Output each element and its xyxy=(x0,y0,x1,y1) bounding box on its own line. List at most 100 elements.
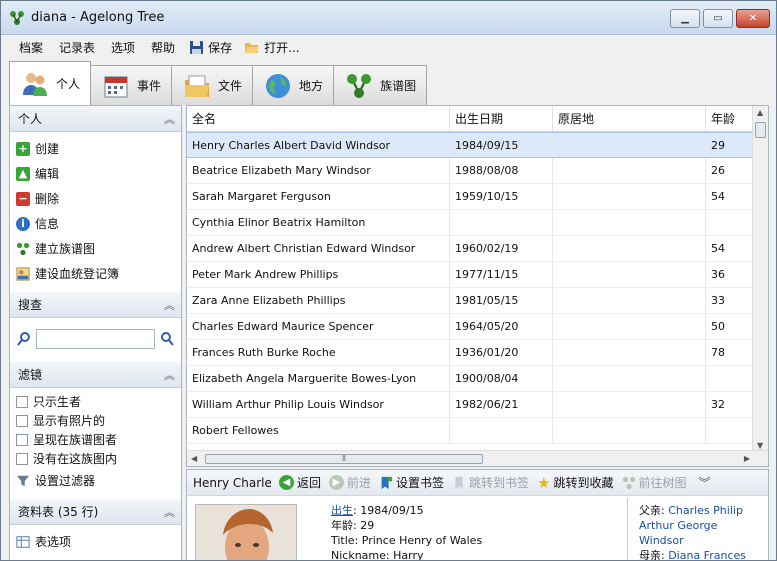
filter-section-header[interactable]: 滤镜 ︽ xyxy=(10,362,181,388)
create-label: 创建 xyxy=(35,142,60,156)
save-button[interactable]: 保存 xyxy=(183,39,238,56)
family-tree-icon xyxy=(16,242,30,255)
tab-documents[interactable]: 文件 xyxy=(171,65,254,105)
statistics-button[interactable]: 统计 xyxy=(16,554,175,560)
cell-birthdate: 1984/09/15 xyxy=(450,133,553,157)
tab-places[interactable]: 地方 xyxy=(252,65,335,105)
cell-fullname: Andrew Albert Christian Edward Windsor xyxy=(187,236,450,261)
checkbox[interactable] xyxy=(16,395,28,408)
tab-events[interactable]: 事件 xyxy=(90,65,173,105)
table-row[interactable]: Zara Anne Elizabeth Phillips 1981/05/15 33 xyxy=(187,288,768,314)
forward-label: 前进 xyxy=(347,476,372,490)
cell-fullname: Robert Fellowes xyxy=(187,418,450,443)
filter-not-in-tree[interactable]: 没有在这族图内 xyxy=(16,449,175,468)
filter-with-photo[interactable]: 显示有照片的 xyxy=(16,411,175,430)
goto-tree-label: 前往树图 xyxy=(638,476,687,490)
horizontal-scrollbar[interactable]: ◀ ⦀ ▶ xyxy=(187,450,768,466)
person-photo xyxy=(195,504,297,560)
back-arrow-icon: ◀ xyxy=(279,475,294,490)
section-title: 搜查 xyxy=(18,298,43,312)
column-header-birthdate[interactable]: 出生日期 xyxy=(450,106,553,131)
table-row[interactable]: Cynthia Elinor Beatrix Hamilton xyxy=(187,210,768,236)
check-label: 显示有照片的 xyxy=(33,414,106,428)
vertical-scrollbar[interactable]: ▲ ▼ xyxy=(752,106,768,452)
goto-bookmark-button[interactable]: 跳转到书签 xyxy=(452,474,529,491)
filter-in-tree[interactable]: 呈现在族谱图者 xyxy=(16,430,175,449)
table-icon xyxy=(16,535,30,548)
table-row[interactable]: Charles Edward Maurice Spencer 1964/05/20… xyxy=(187,314,768,340)
menu-help[interactable]: 帮助 xyxy=(143,39,183,56)
scroll-right-icon[interactable]: ▶ xyxy=(744,454,750,463)
back-button[interactable]: ◀ 返回 xyxy=(279,474,321,491)
table-row[interactable]: Sarah Margaret Ferguson 1959/10/15 54 xyxy=(187,184,768,210)
filter-living-only[interactable]: 只示生者 xyxy=(16,392,175,411)
filter-settings-button[interactable]: 设置过滤器 xyxy=(16,468,175,493)
tab-tree[interactable]: 族谱图 xyxy=(333,65,428,105)
table-row[interactable]: Andrew Albert Christian Edward Windsor 19… xyxy=(187,236,768,262)
tab-label: 族谱图 xyxy=(380,79,417,93)
info-button[interactable]: i 信息 xyxy=(16,211,175,236)
delete-label: 删除 xyxy=(35,192,60,206)
cell-birthdate: 1981/05/15 xyxy=(450,288,553,313)
menu-records[interactable]: 记录表 xyxy=(51,39,103,56)
menu-file[interactable]: 档案 xyxy=(11,39,51,56)
family-tree-icon xyxy=(622,476,635,489)
forward-button[interactable]: ▶ 前进 xyxy=(329,474,371,491)
vertical-scroll-thumb[interactable] xyxy=(755,122,766,138)
cell-birthdate xyxy=(450,210,553,235)
person-section-header[interactable]: 个人 ︽ xyxy=(10,106,181,132)
column-header-fullname[interactable]: 全名 xyxy=(187,106,450,131)
table-options-button[interactable]: 表选项 xyxy=(16,529,175,554)
tab-label: 个人 xyxy=(56,77,81,91)
column-header-age[interactable]: 年龄 xyxy=(706,106,754,131)
table-row[interactable]: Frances Ruth Burke Roche 1936/01/20 78 xyxy=(187,340,768,366)
table-row[interactable]: Henry Charles Albert David Windsor 1984/0… xyxy=(187,132,768,158)
build-register-button[interactable]: 建设血统登记簿 xyxy=(16,261,175,286)
set-bookmark-label: 设置书签 xyxy=(396,476,445,490)
birth-link[interactable]: 出生 xyxy=(331,504,353,517)
search-prev-icon[interactable] xyxy=(16,331,32,347)
build-tree-button[interactable]: 建立族谱图 xyxy=(16,236,175,261)
checkbox[interactable] xyxy=(16,414,28,427)
menu-options[interactable]: 选项 xyxy=(103,39,143,56)
cell-age: 32 xyxy=(706,392,754,417)
checkbox[interactable] xyxy=(16,433,28,446)
table-row[interactable]: Beatrice Elizabeth Mary Windsor 1988/08/0… xyxy=(187,158,768,184)
collapse-icon[interactable]: ︽ xyxy=(164,504,175,520)
set-bookmark-button[interactable]: 设置书签 xyxy=(379,474,444,491)
expand-icon[interactable]: ︾ xyxy=(699,474,711,491)
search-next-icon[interactable] xyxy=(159,331,175,347)
globe-icon xyxy=(266,73,291,98)
goto-tree-button[interactable]: 前往树图 xyxy=(622,474,687,491)
minimize-button[interactable]: ▁ xyxy=(670,9,700,28)
collapse-icon[interactable]: ︽ xyxy=(164,111,175,127)
collapse-icon[interactable]: ︽ xyxy=(164,297,175,313)
goto-favorite-button[interactable]: ★ 跳转到收藏 xyxy=(537,474,613,492)
tab-persons[interactable]: 个人 xyxy=(9,61,92,105)
table-row[interactable]: Robert Fellowes xyxy=(187,418,768,444)
person-actions: + 创建 ▲ 编辑 − 删除 i 信息 建立族谱图 建设血统登记簿 xyxy=(10,132,181,292)
maximize-button[interactable]: ▭ xyxy=(703,9,733,28)
table-row[interactable]: Elizabeth Angela Marguerite Bowes-Lyon 19… xyxy=(187,366,768,392)
delete-person-button[interactable]: − 删除 xyxy=(16,186,175,211)
family-tree-icon xyxy=(347,73,372,98)
horizontal-scroll-thumb[interactable]: ⦀ xyxy=(205,454,483,464)
scroll-down-icon[interactable]: ▼ xyxy=(757,441,763,450)
close-button[interactable]: ✕ xyxy=(736,9,770,28)
create-person-button[interactable]: + 创建 xyxy=(16,136,175,161)
table-row[interactable]: William Arthur Philip Louis Windsor 1982/… xyxy=(187,392,768,418)
open-button[interactable]: 打开... xyxy=(238,39,305,56)
search-input[interactable] xyxy=(35,329,156,349)
table-row[interactable]: Peter Mark Andrew Phillips 1977/11/15 36 xyxy=(187,262,768,288)
father-label: 父亲: xyxy=(639,504,669,517)
checkbox[interactable] xyxy=(16,452,28,465)
column-header-birthplace[interactable]: 原居地 xyxy=(553,106,706,131)
scroll-up-icon[interactable]: ▲ xyxy=(757,108,763,117)
collapse-icon[interactable]: ︽ xyxy=(164,367,175,383)
datasheet-section-header[interactable]: 资料表 (35 行) ︽ xyxy=(10,499,181,525)
scroll-left-icon[interactable]: ◀ xyxy=(191,454,197,463)
search-section-header[interactable]: 搜查 ︽ xyxy=(10,292,181,318)
forward-arrow-icon: ▶ xyxy=(329,475,345,490)
search-section xyxy=(10,318,181,362)
edit-person-button[interactable]: ▲ 编辑 xyxy=(16,161,175,186)
